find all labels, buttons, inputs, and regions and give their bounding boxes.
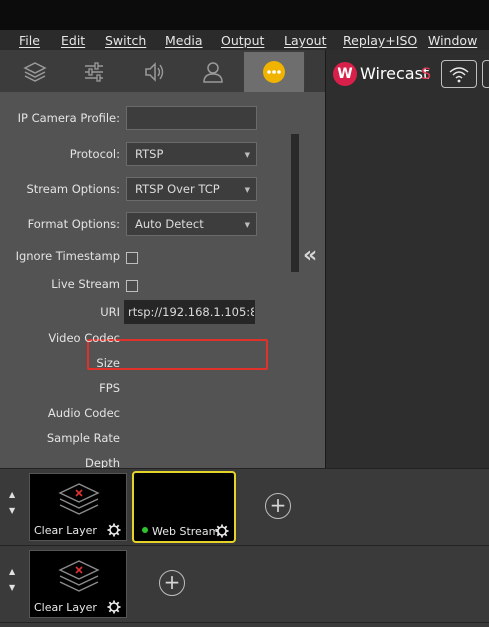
stream-options-select[interactable]: RTSP Over TCP ▼ (126, 177, 257, 201)
more-icon (263, 61, 285, 83)
wifi-icon (449, 67, 469, 83)
ignore-timestamp-label: Ignore Timestamp (15, 249, 120, 263)
preview-area (325, 50, 489, 468)
shot-web-stream[interactable]: Web Stream (132, 471, 236, 543)
row2-reorder-arrows[interactable]: ▲ ▼ (9, 564, 15, 596)
sample-rate-label: Sample Rate (46, 431, 120, 445)
network-status-button[interactable] (441, 60, 477, 88)
layers-icon (23, 62, 47, 82)
tab-bar-filler (305, 50, 325, 92)
tab-adjustments[interactable] (64, 52, 124, 92)
menu-media[interactable]: Media (165, 33, 203, 48)
live-stream-checkbox[interactable] (126, 280, 138, 292)
gear-icon[interactable] (107, 523, 121, 537)
uri-value: rtsp://192.168.1.105:855 (128, 305, 254, 319)
properties-tab-bar (0, 50, 325, 92)
menu-file[interactable]: File (19, 33, 40, 48)
app-name: Wirecast (360, 64, 430, 83)
depth-label: Depth (84, 456, 120, 468)
tab-user[interactable] (183, 52, 243, 92)
layers-empty-icon (58, 560, 100, 592)
fps-label: FPS (99, 381, 120, 395)
shot-caption: Clear Layer (34, 601, 97, 614)
shot-caption: Web Stream (152, 525, 220, 538)
collapse-panel-button[interactable]: « (303, 243, 317, 268)
menu-window[interactable]: Window (428, 33, 477, 48)
menu-bar: File Edit Switch Media Output Layout Rep… (0, 30, 489, 50)
wirecast-logo-icon: W (333, 62, 357, 86)
layers-empty-icon (58, 483, 100, 515)
tab-layers[interactable] (5, 52, 65, 92)
speaker-icon (145, 62, 164, 82)
user-icon (203, 62, 223, 83)
format-options-label: Format Options: (27, 217, 120, 231)
format-options-select[interactable]: Auto Detect ▼ (126, 212, 257, 236)
stream-options-label: Stream Options: (26, 182, 120, 196)
ip-camera-profile-field[interactable] (126, 106, 257, 130)
live-indicator-dot (142, 527, 148, 533)
ip-camera-profile-label: IP Camera Profile: (17, 111, 120, 125)
shot-clear-layer-row2[interactable]: Clear Layer (29, 550, 127, 618)
chevron-down-icon: ▼ (244, 151, 250, 159)
protocol-value: RTSP (135, 147, 164, 161)
shot-clear-layer-row1[interactable]: Clear Layer (29, 473, 127, 541)
menu-replay-iso[interactable]: Replay+ISO (343, 33, 417, 48)
tab-more[interactable] (244, 52, 304, 92)
properties-panel: ▲ IP Camera Profile: Protocol: RTSP▼ Str… (0, 50, 325, 468)
protocol-select[interactable]: RTSP ▼ (126, 142, 257, 166)
sliders-icon (85, 62, 103, 82)
gear-icon[interactable] (107, 600, 121, 614)
toolbar-button-partial[interactable] (482, 60, 489, 88)
properties-scrollbar-thumb[interactable] (291, 134, 299, 272)
menu-output[interactable]: Output (221, 33, 264, 48)
uri-input[interactable]: rtsp://192.168.1.105:855 (124, 300, 255, 324)
menu-layout[interactable]: Layout (284, 33, 327, 48)
plus-icon: + (269, 493, 287, 517)
live-stream-label: Live Stream (51, 277, 120, 291)
row-separator (0, 468, 489, 469)
layers-area: ▲ ▼ Clear Layer Web Stream + ▲ ▼ Clear L… (0, 468, 489, 627)
plus-icon: + (163, 570, 181, 594)
gear-icon[interactable] (215, 524, 229, 538)
row-separator (0, 545, 489, 546)
tab-audio[interactable] (124, 52, 184, 92)
audio-codec-label: Audio Codec (47, 406, 120, 420)
add-shot-button-row2[interactable]: + (159, 570, 185, 596)
menu-edit[interactable]: Edit (61, 33, 85, 48)
chevron-down-icon: ▼ (244, 186, 250, 194)
chevron-down-icon: ▼ (244, 221, 250, 229)
size-label: Size (96, 356, 120, 370)
ignore-timestamp-checkbox[interactable] (126, 252, 138, 264)
row1-reorder-arrows[interactable]: ▲ ▼ (9, 487, 15, 519)
add-shot-button-row1[interactable]: + (265, 493, 291, 519)
app-edition: S (421, 64, 432, 83)
protocol-label: Protocol: (69, 147, 120, 161)
stream-options-value: RTSP Over TCP (135, 182, 220, 196)
properties-form: ▲ IP Camera Profile: Protocol: RTSP▼ Str… (0, 92, 325, 468)
row-separator (0, 622, 489, 623)
window-top-strip (0, 0, 489, 30)
uri-label: URI (100, 305, 120, 319)
format-options-value: Auto Detect (135, 217, 204, 231)
menu-switch[interactable]: Switch (105, 33, 146, 48)
video-codec-label: Video Codec (48, 331, 120, 345)
shot-caption: Clear Layer (34, 524, 97, 537)
